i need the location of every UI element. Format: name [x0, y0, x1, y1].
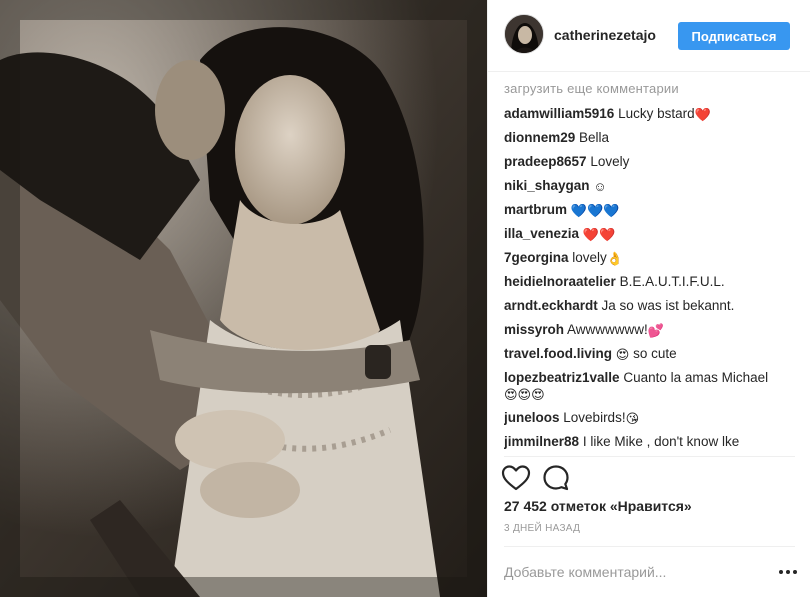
- likes-count[interactable]: 27 452 отметок «Нравится»: [504, 498, 692, 514]
- comment-emoji: 💕: [647, 323, 664, 338]
- comment-emoji: ☺: [593, 179, 607, 194]
- load-more-comments-link[interactable]: загрузить еще комментарии: [504, 78, 804, 102]
- comment-text: Ja so was ist bekannt.: [601, 298, 735, 313]
- comment-username-link[interactable]: heidielnoraatelier: [504, 274, 616, 289]
- comment-text: Lovebirds!: [563, 410, 626, 425]
- comment-item: adamwilliam5916 Lucky bstard❤️: [504, 102, 804, 126]
- comment-text: Bella: [579, 130, 610, 145]
- comments-list: загрузить еще комментарии adamwilliam591…: [504, 78, 804, 456]
- comment-item: juneloos Lovebirds!😘: [504, 406, 804, 430]
- comment-username-link[interactable]: travel.food.living: [504, 346, 612, 361]
- comment-item: dionnem29 Bella: [504, 126, 804, 150]
- comment-text: Lucky bstard: [618, 106, 695, 121]
- comment-item: missyroh Awwwwwww!💕: [504, 318, 804, 342]
- divider: [504, 456, 795, 457]
- comment-item: illa_venezia ❤️❤️: [504, 222, 804, 246]
- comment-emoji: 👌: [606, 251, 623, 266]
- comment-username-link[interactable]: 7georgina: [504, 250, 569, 265]
- more-options-button[interactable]: [776, 562, 800, 582]
- username-link[interactable]: catherinezetajo: [554, 27, 656, 43]
- post-header: catherinezetajo Подписаться: [488, 0, 810, 72]
- heart-icon: [501, 465, 531, 491]
- comment-emoji: 💙💙💙: [570, 203, 620, 218]
- comment-item: 7georgina lovely👌: [504, 246, 804, 270]
- comment-username-link[interactable]: juneloos: [504, 410, 560, 425]
- comment-item: pradeep8657 Lovely: [504, 150, 804, 174]
- follow-button[interactable]: Подписаться: [678, 22, 790, 50]
- comment-button[interactable]: [540, 462, 572, 494]
- comment-emoji: 😘: [625, 411, 640, 426]
- comment-username-link[interactable]: pradeep8657: [504, 154, 587, 169]
- comment-text: lovely: [572, 250, 607, 265]
- post-photo[interactable]: [0, 0, 487, 597]
- comment-text: Cuanto la amas Michael: [623, 370, 769, 385]
- comment-item: heidielnoraatelier B.E.A.U.T.I.F.U.L.: [504, 270, 804, 294]
- add-comment-input[interactable]: [504, 562, 754, 582]
- like-button[interactable]: [500, 462, 532, 494]
- comment-item: niki_shaygan ☺: [504, 174, 804, 198]
- comment-username-link[interactable]: martbrum: [504, 202, 567, 217]
- speech-bubble-icon: [543, 465, 569, 491]
- avatar[interactable]: [504, 14, 544, 54]
- comment-text: B.E.A.U.T.I.F.U.L.: [619, 274, 725, 289]
- comment-username-link[interactable]: lopezbeatriz1valle: [504, 370, 620, 385]
- photo-image: [0, 0, 487, 597]
- comment-item: travel.food.living 😍 so cute: [504, 342, 804, 366]
- comment-emoji: ❤️: [694, 107, 711, 122]
- divider: [504, 546, 795, 547]
- comment-username-link[interactable]: illa_venezia: [504, 226, 579, 241]
- comment-items: adamwilliam5916 Lucky bstard❤️ dionnem29 …: [504, 102, 804, 454]
- comment-item: jimmilner88 I like Mike , don't know lke: [504, 430, 804, 454]
- ellipsis-icon: [779, 570, 797, 574]
- post-side-panel: catherinezetajo Подписаться загрузить ещ…: [487, 0, 810, 597]
- avatar-image: [505, 15, 543, 53]
- comment-username-link[interactable]: arndt.eckhardt: [504, 298, 598, 313]
- comment-username-link[interactable]: jimmilner88: [504, 434, 579, 449]
- comment-emoji: ❤️❤️: [582, 227, 616, 242]
- comment-item: arndt.eckhardt Ja so was ist bekannt.: [504, 294, 804, 318]
- comment-item: martbrum 💙💙💙: [504, 198, 804, 222]
- comment-text: Lovely: [590, 154, 630, 169]
- comment-username-link[interactable]: dionnem29: [504, 130, 575, 145]
- comment-text: I like Mike , don't know lke: [582, 434, 740, 449]
- comment-username-link[interactable]: missyroh: [504, 322, 564, 337]
- comment-item: lopezbeatriz1valle Cuanto la amas Michae…: [504, 366, 804, 406]
- comment-username-link[interactable]: adamwilliam5916: [504, 106, 614, 121]
- post-timestamp[interactable]: 3 дней назад: [504, 523, 580, 534]
- comment-emoji: 😍: [615, 347, 630, 362]
- comment-text: Awwwwwww!: [567, 322, 648, 337]
- comment-emoji: 😍😍😍: [504, 387, 545, 402]
- comment-text: so cute: [629, 346, 677, 361]
- comment-username-link[interactable]: niki_shaygan: [504, 178, 590, 193]
